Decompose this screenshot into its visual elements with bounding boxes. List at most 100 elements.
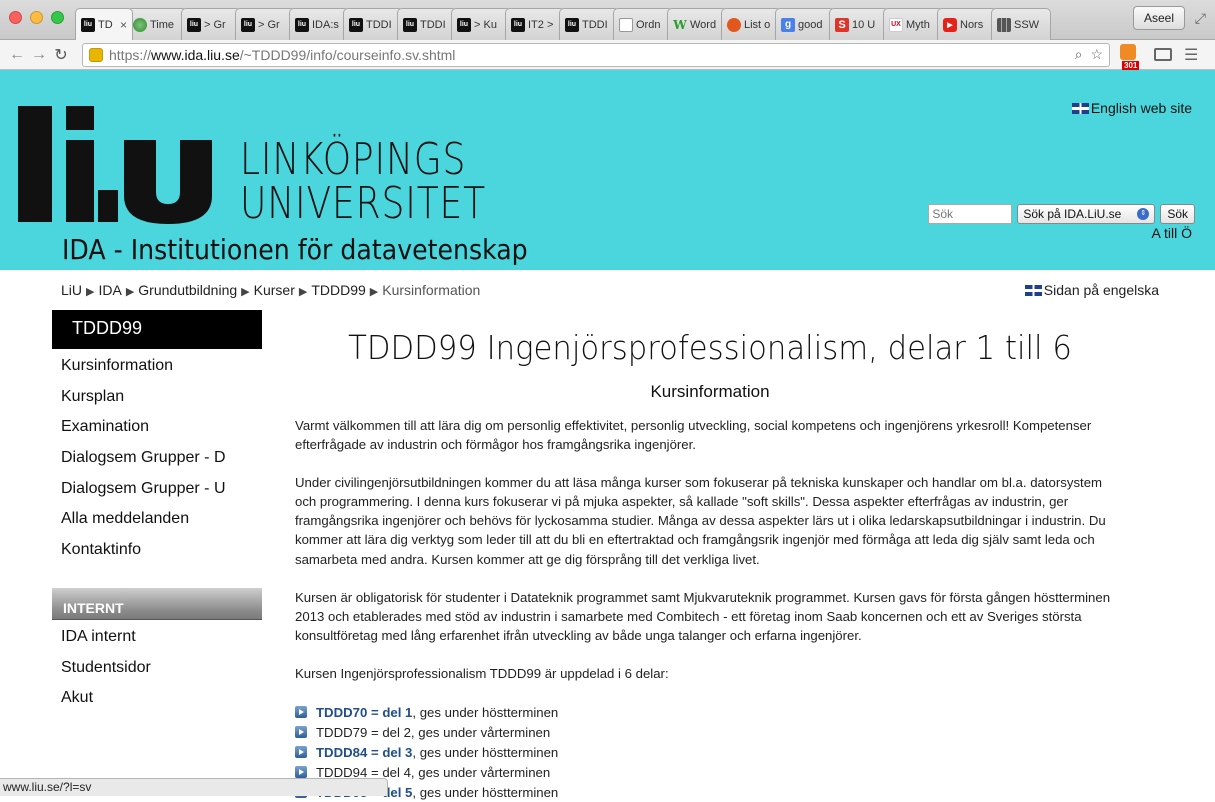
sidebar-link[interactable]: Kursplan xyxy=(52,382,262,413)
tab-label: TDDI xyxy=(582,19,608,31)
close-window-icon[interactable] xyxy=(9,11,22,24)
grid-favicon-icon xyxy=(997,18,1011,32)
liu-favicon-icon: liu xyxy=(81,18,95,32)
menu-icon[interactable]: ☰ xyxy=(1184,45,1198,65)
tab-label: IT2 > xyxy=(528,19,553,31)
browser-tab[interactable]: liuTDDI xyxy=(343,8,403,40)
arrow-bullet-icon xyxy=(295,766,307,778)
browser-tab[interactable]: WWord xyxy=(667,8,727,40)
course-part-link[interactable]: TDDD70 = del 1 xyxy=(316,705,412,720)
breadcrumb-link[interactable]: LiU xyxy=(61,282,82,298)
cast-icon[interactable] xyxy=(1154,48,1172,61)
tab-label: good xyxy=(798,19,822,31)
rss-extension-icon[interactable]: 301 xyxy=(1120,44,1142,66)
browser-tab[interactable]: ggood xyxy=(775,8,835,40)
list-item: TDDD84 = del 3, ges under höstterminen xyxy=(295,742,1125,762)
search-input[interactable] xyxy=(928,204,1012,224)
browser-tab[interactable]: liuTDDI xyxy=(559,8,619,40)
browser-tab[interactable]: liuIT2 > xyxy=(505,8,565,40)
browser-tab[interactable]: Ordn xyxy=(613,8,673,40)
arrow-bullet-icon xyxy=(295,706,307,718)
browser-tab[interactable]: liuIDA:s xyxy=(289,8,349,40)
sidebar-link[interactable]: Kursinformation xyxy=(52,351,262,382)
sidebar-link[interactable]: Dialogsem Grupper - D xyxy=(52,443,262,474)
sidebar-link[interactable]: IDA internt xyxy=(52,622,262,653)
tab-list: liuTD×Timeliu> Grliu> GrliuIDA:sliuTDDIl… xyxy=(75,8,1045,40)
course-part-link[interactable]: TDDD84 = del 3 xyxy=(316,745,412,760)
browser-tab[interactable]: liuTDDI xyxy=(397,8,457,40)
uk-flag-icon xyxy=(1025,285,1042,296)
course-part-term: , ges under vårterminen xyxy=(411,765,550,780)
a-to-z-link[interactable]: A till Ö xyxy=(1152,225,1192,241)
course-part-term: , ges under vårterminen xyxy=(411,725,550,740)
browser-tab[interactable]: liu> Gr xyxy=(181,8,241,40)
sidebar-link[interactable]: Alla meddelanden xyxy=(52,504,262,535)
fullscreen-icon[interactable]: ⤢ xyxy=(1195,10,1206,27)
breadcrumb-link[interactable]: Grundutbildning xyxy=(138,282,237,298)
browser-tab[interactable]: liu> Ku xyxy=(451,8,511,40)
search-scope-value: Sök på IDA.LiU.se xyxy=(1023,207,1121,221)
breadcrumb-separator-icon: ▶ xyxy=(299,286,307,298)
tab-label: Myth xyxy=(906,19,930,31)
breadcrumb-separator-icon: ▶ xyxy=(241,286,249,298)
sidebar-link[interactable]: Examination xyxy=(52,412,262,443)
intro-paragraph: Under civilingenjörsutbildningen kommer … xyxy=(295,473,1125,568)
browser-tab[interactable]: ▶Nors xyxy=(937,8,997,40)
university-wordmark: LINKÖPINGS UNIVERSITET xyxy=(240,138,486,226)
list-item: TDDD95 = del 5, ges under höstterminen xyxy=(295,782,1125,802)
browser-tab[interactable]: Time xyxy=(127,8,187,40)
wordmark-line-1: LINKÖPINGS xyxy=(240,138,486,182)
sidebar-link[interactable]: Studentsidor xyxy=(52,653,262,684)
english-site-link[interactable]: English web site xyxy=(1072,100,1192,116)
breadcrumb-items: LiU▶IDA▶Grundutbildning▶Kurser▶TDDD99▶ xyxy=(61,282,382,298)
browser-tab-strip: liuTD×Timeliu> Grliu> GrliuIDA:sliuTDDIl… xyxy=(0,0,1215,40)
breadcrumb-link[interactable]: TDDD99 xyxy=(311,282,365,298)
search-scope-select[interactable]: Sök på IDA.LiU.se ⇕ xyxy=(1017,204,1155,224)
browser-tab[interactable]: SSW xyxy=(991,8,1051,40)
uk-flag-icon xyxy=(1072,103,1089,114)
w-favicon-icon: W xyxy=(673,18,687,32)
reload-icon[interactable]: ↻ xyxy=(50,45,72,65)
forward-arrow-icon[interactable]: → xyxy=(28,46,50,64)
liu-favicon-icon: liu xyxy=(403,18,417,32)
maximize-window-icon[interactable] xyxy=(51,11,64,24)
liu-logo-icon[interactable] xyxy=(18,106,228,224)
zoom-icon[interactable]: ⌕ xyxy=(1075,46,1083,63)
youtube-favicon-icon: ▶ xyxy=(943,18,957,32)
bookmark-star-icon[interactable]: ☆ xyxy=(1090,46,1103,63)
site-search: Sök på IDA.LiU.se ⇕ Sök xyxy=(928,204,1195,224)
site-header: LINKÖPINGS UNIVERSITET IDA - Institution… xyxy=(0,70,1215,270)
breadcrumb-link[interactable]: Kurser xyxy=(254,282,295,298)
profile-button[interactable]: Aseel xyxy=(1133,6,1185,30)
browser-tab[interactable]: UXMyth xyxy=(883,8,943,40)
liu-favicon-icon: liu xyxy=(511,18,525,32)
sidebar-link[interactable]: Kontaktinfo xyxy=(52,535,262,566)
url-path: /~TDDD99/info/courseinfo.sv.shtml xyxy=(240,47,456,63)
sidebar-link[interactable]: Dialogsem Grupper - U xyxy=(52,474,262,505)
browser-tab[interactable]: liuTD× xyxy=(75,8,133,40)
lock-warning-icon[interactable] xyxy=(89,48,103,62)
browser-tab[interactable]: liu> Gr xyxy=(235,8,295,40)
tab-label: List o xyxy=(744,19,770,31)
page-title: TDDD99 Ingenjörsprofessionalism, delar 1… xyxy=(324,328,1096,372)
address-bar[interactable]: https://www.ida.liu.se/~TDDD99/info/cour… xyxy=(82,43,1110,67)
search-button[interactable]: Sök xyxy=(1160,204,1195,224)
close-tab-icon[interactable]: × xyxy=(120,18,127,32)
arrow-bullet-icon xyxy=(295,746,307,758)
browser-tab[interactable]: S10 U xyxy=(829,8,889,40)
tab-label: Ordn xyxy=(636,19,660,31)
back-arrow-icon[interactable]: ← xyxy=(6,46,28,64)
sidebar-link[interactable]: Akut xyxy=(52,683,262,714)
english-page-link[interactable]: Sidan på engelska xyxy=(1025,282,1159,298)
breadcrumb-link[interactable]: IDA xyxy=(98,282,121,298)
tab-label: TDDI xyxy=(366,19,392,31)
department-name: IDA - Institutionen för datavetenskap xyxy=(62,233,528,266)
minimize-window-icon[interactable] xyxy=(30,11,43,24)
s-favicon-icon: S xyxy=(835,18,849,32)
liu-favicon-icon: liu xyxy=(349,18,363,32)
arrow-bullet-icon xyxy=(295,726,307,738)
liu-favicon-icon: liu xyxy=(241,18,255,32)
sidebar-title[interactable]: TDDD99 xyxy=(52,310,262,349)
browser-tab[interactable]: List o xyxy=(721,8,781,40)
tab-label: Nors xyxy=(960,19,983,31)
